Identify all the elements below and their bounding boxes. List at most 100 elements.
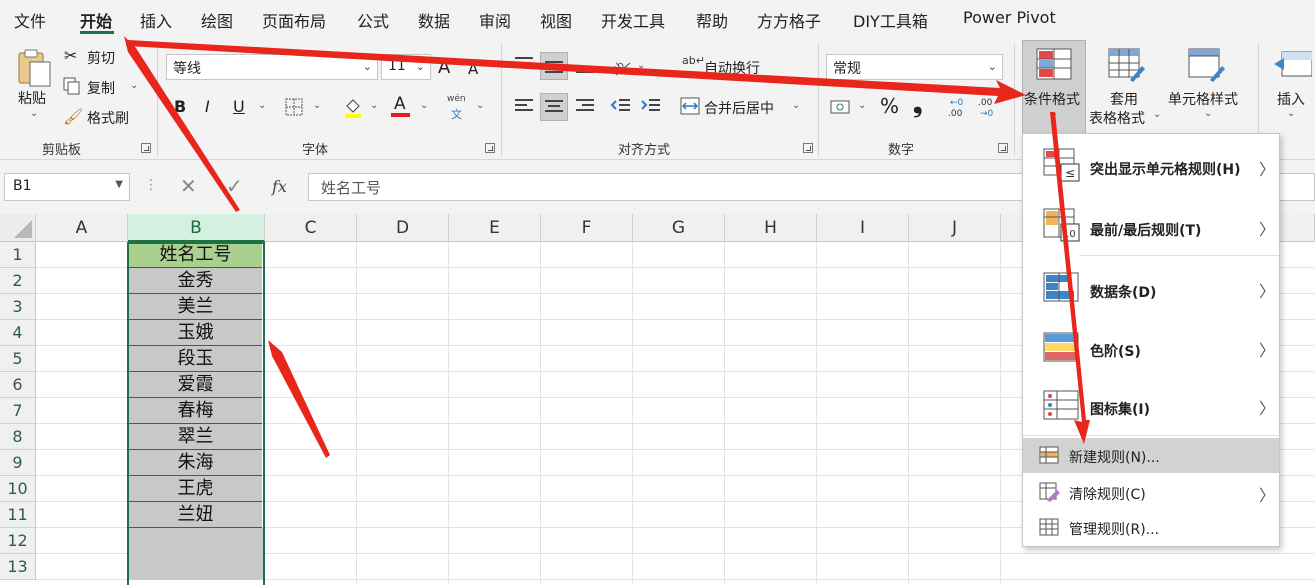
font-launcher-icon[interactable]: [485, 143, 495, 153]
menu-item-top-bottom-rules[interactable]: 10 最前/最后规则(T) 〉: [1023, 196, 1279, 254]
align-top-icon[interactable]: [513, 55, 535, 77]
menu-item-data-bars[interactable]: 数据条(D) 〉: [1023, 260, 1279, 318]
underline-button[interactable]: U: [233, 97, 245, 116]
cell-styles-dropdown-icon[interactable]: ⌄: [1204, 108, 1212, 119]
phonetic-guide-button[interactable]: 文: [451, 106, 462, 122]
paste-icon[interactable]: [16, 48, 54, 92]
font-size-select[interactable]: 11 ⌄: [381, 54, 431, 80]
tab-data[interactable]: 数据: [418, 8, 450, 32]
name-box[interactable]: B1 ▼: [4, 173, 130, 201]
border-icon[interactable]: [285, 98, 303, 120]
column-header-j[interactable]: J: [909, 214, 1001, 242]
tab-power-pivot[interactable]: Power Pivot: [963, 8, 1056, 27]
conditional-format-dropdown-icon[interactable]: ⌄: [1050, 108, 1058, 119]
decrease-decimal-icon[interactable]: .00 →0: [976, 94, 998, 124]
font-family-select[interactable]: 等线 ⌄: [166, 54, 378, 80]
number-format-select[interactable]: 常规 ⌄: [826, 54, 1003, 80]
column-header-d[interactable]: D: [357, 214, 449, 242]
tab-view[interactable]: 视图: [540, 8, 572, 32]
comma-style-button[interactable]: ❟: [913, 90, 922, 118]
fill-color-dropdown-icon[interactable]: ⌄: [370, 100, 378, 111]
insert-cells-button[interactable]: 插入: [1277, 89, 1305, 109]
clipboard-launcher-icon[interactable]: [141, 143, 151, 153]
row-header-5[interactable]: 5: [0, 346, 36, 372]
tab-review[interactable]: 审阅: [479, 8, 511, 32]
accounting-format-icon[interactable]: [830, 97, 854, 121]
confirm-icon[interactable]: ✓: [226, 174, 243, 198]
cell-styles-button[interactable]: 单元格样式: [1168, 89, 1238, 109]
row-header-4[interactable]: 4: [0, 320, 36, 346]
row-header-2[interactable]: 2: [0, 268, 36, 294]
underline-dropdown-icon[interactable]: ⌄: [258, 100, 266, 111]
row-header-1[interactable]: 1: [0, 242, 36, 268]
table-format-dropdown-icon[interactable]: ⌄: [1153, 109, 1161, 120]
row-header-9[interactable]: 9: [0, 450, 36, 476]
menu-item-highlight-rules[interactable]: ≤ 突出显示单元格规则(H) 〉: [1023, 134, 1279, 194]
column-header-e[interactable]: E: [449, 214, 541, 242]
cell-styles-icon[interactable]: [1188, 48, 1226, 86]
format-painter-button[interactable]: 格式刷: [87, 108, 129, 128]
align-middle-icon[interactable]: [540, 52, 568, 80]
insert-cells-icon[interactable]: [1272, 50, 1313, 84]
font-color-button[interactable]: A: [394, 94, 406, 114]
percent-style-button[interactable]: %: [880, 94, 899, 118]
font-color-dropdown-icon[interactable]: ⌄: [420, 100, 428, 111]
shrink-font-button[interactable]: A: [468, 60, 478, 78]
select-all-corner[interactable]: [0, 214, 36, 242]
copy-button[interactable]: 复制: [87, 78, 115, 98]
tab-draw[interactable]: 绘图: [201, 8, 233, 32]
tab-insert[interactable]: 插入: [140, 8, 172, 32]
menu-item-color-scales[interactable]: 色阶(S) 〉: [1023, 320, 1279, 378]
accounting-dropdown-icon[interactable]: ⌄: [858, 100, 866, 111]
orientation-dropdown-icon[interactable]: ⌄: [637, 60, 645, 71]
menu-item-icon-sets[interactable]: 图标集(I) 〉: [1023, 380, 1279, 438]
row-header-12[interactable]: 12: [0, 528, 36, 554]
column-header-g[interactable]: G: [633, 214, 725, 242]
orientation-icon[interactable]: ab: [610, 55, 632, 81]
align-right-icon[interactable]: [574, 96, 596, 120]
row-header-11[interactable]: 11: [0, 502, 36, 528]
border-dropdown-icon[interactable]: ⌄: [313, 100, 321, 111]
menu-item-manage-rules[interactable]: 管理规则(R)...: [1023, 511, 1279, 546]
increase-indent-icon[interactable]: [640, 96, 662, 120]
phonetic-dropdown-icon[interactable]: ⌄: [476, 100, 484, 111]
row-header-13[interactable]: 13: [0, 554, 36, 580]
italic-button[interactable]: I: [205, 97, 210, 116]
column-header-h[interactable]: H: [725, 214, 817, 242]
fill-color-icon[interactable]: [343, 96, 363, 122]
decrease-indent-icon[interactable]: [610, 96, 632, 120]
tab-file[interactable]: 文件: [14, 8, 46, 32]
menu-item-new-rule[interactable]: 新建规则(N)...: [1023, 438, 1279, 473]
increase-decimal-icon[interactable]: ←0.00: [946, 94, 968, 124]
tab-developer[interactable]: 开发工具: [601, 8, 665, 32]
row-header-3[interactable]: 3: [0, 294, 36, 320]
tab-home[interactable]: 开始: [80, 8, 112, 32]
tab-diy-toolbox[interactable]: DIY工具箱: [853, 8, 928, 32]
row-header-10[interactable]: 10: [0, 476, 36, 502]
number-launcher-icon[interactable]: [998, 143, 1008, 153]
paste-dropdown-icon[interactable]: ⌄: [30, 108, 38, 119]
cancel-icon[interactable]: ✕: [180, 174, 197, 198]
cut-button[interactable]: 剪切: [87, 48, 115, 68]
column-header-f[interactable]: F: [541, 214, 633, 242]
merge-center-button[interactable]: 合并后居中: [704, 98, 774, 118]
wrap-text-button[interactable]: 自动换行: [704, 58, 760, 78]
align-center-icon[interactable]: [540, 93, 568, 121]
row-header-7[interactable]: 7: [0, 398, 36, 424]
copy-dropdown-icon[interactable]: ⌄: [130, 80, 138, 91]
insert-function-button[interactable]: fx: [272, 177, 287, 196]
table-format-icon[interactable]: [1108, 48, 1146, 86]
row-header-6[interactable]: 6: [0, 372, 36, 398]
merge-dropdown-icon[interactable]: ⌄: [792, 100, 800, 111]
tab-formulas[interactable]: 公式: [357, 8, 389, 32]
grow-font-button[interactable]: A: [438, 57, 450, 78]
column-header-a[interactable]: A: [36, 214, 128, 242]
column-header-c[interactable]: C: [265, 214, 357, 242]
bold-button[interactable]: B: [174, 97, 186, 116]
insert-dropdown-icon[interactable]: ⌄: [1287, 108, 1295, 119]
alignment-launcher-icon[interactable]: [803, 143, 813, 153]
paste-button[interactable]: 粘贴: [18, 88, 46, 108]
align-bottom-icon[interactable]: [574, 55, 596, 81]
align-left-icon[interactable]: [513, 96, 535, 120]
tab-help[interactable]: 帮助: [696, 8, 728, 32]
